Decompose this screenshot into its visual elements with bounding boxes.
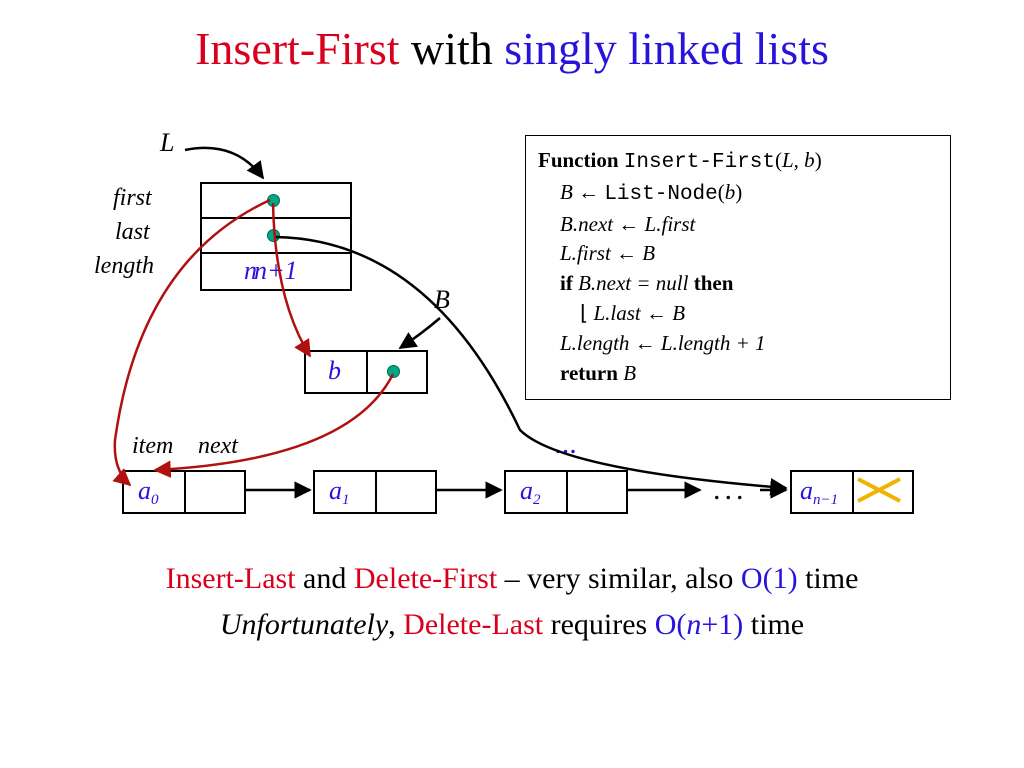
node-a2-label: a2 — [520, 476, 541, 506]
code-line-8: return B — [538, 359, 938, 389]
title-part2: with — [400, 23, 505, 74]
code-line-1: Function Insert-First(L, b) — [538, 146, 938, 178]
node-an-label: an−1 — [800, 476, 838, 506]
label-item: item — [132, 433, 173, 460]
label-length: length — [94, 253, 154, 280]
node-a0-label: a0 — [138, 476, 159, 506]
pointer-dot-first — [267, 194, 280, 207]
label-first: first — [113, 185, 152, 212]
code-line-5: if B.next = null then — [538, 269, 938, 299]
slide-title: Insert-First with singly linked lists — [0, 22, 1024, 75]
label-L: L — [160, 128, 174, 158]
pointer-dot-last — [267, 229, 280, 242]
pseudocode-box: Function Insert-First(L, b) B ← List-Nod… — [525, 135, 951, 400]
slide: Insert-First with singly linked lists Fu… — [0, 0, 1024, 768]
code-line-6: ⌊ L.last ← B — [538, 299, 938, 329]
code-line-4: L.first ← B — [538, 239, 938, 269]
label-B: B — [434, 285, 450, 315]
node-a0: a0 — [122, 470, 246, 514]
node-a1: a1 — [313, 470, 437, 514]
label-next: next — [198, 433, 238, 460]
null-cross-icon — [854, 475, 904, 505]
code-line-3: B.next ← L.first — [538, 210, 938, 240]
label-last: last — [115, 219, 150, 246]
node-B-item: b — [328, 356, 341, 386]
node-B: b — [304, 350, 428, 394]
node-a1-label: a1 — [329, 476, 350, 506]
length-value: n+1 — [254, 256, 298, 286]
struct-length-cell: n n+1 — [200, 252, 352, 291]
dots-ellipsis: ... — [713, 473, 748, 507]
bottom-line-1: Insert-Last and Delete-First – very simi… — [0, 562, 1024, 596]
code-line-2: B ← List-Node(b) — [538, 178, 938, 210]
title-part3: singly linked lists — [504, 23, 829, 74]
bottom-line-2: Unfortunately, Delete-Last requires O(n+… — [0, 608, 1024, 642]
node-a2: a2 — [504, 470, 628, 514]
code-line-7: L.length ← L.length + 1 — [538, 329, 938, 359]
dots-blue: ... — [555, 427, 578, 461]
pointer-dot-B-next — [387, 365, 400, 378]
title-part1: Insert-First — [195, 23, 399, 74]
